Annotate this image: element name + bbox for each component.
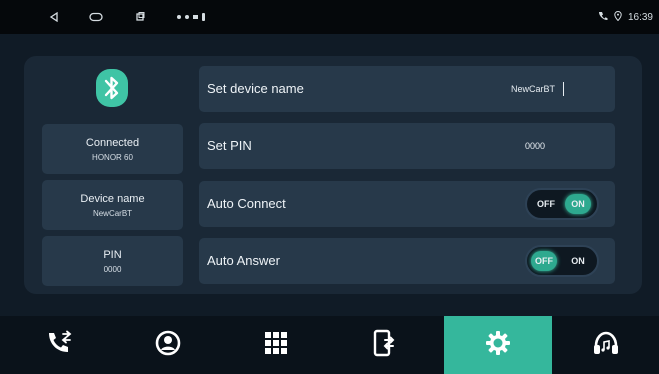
nav-settings[interactable] (444, 316, 552, 374)
auto-connect-on-option[interactable]: ON (565, 194, 591, 214)
set-pin-row[interactable]: Set PIN 0000 (199, 123, 615, 169)
back-icon[interactable] (44, 0, 64, 34)
set-pin-label: Set PIN (207, 138, 252, 153)
phone-transfer-icon (373, 329, 395, 362)
bluetooth-icon (95, 68, 129, 108)
pin-value: 0000 (103, 264, 122, 274)
settings-icon (485, 330, 511, 361)
set-device-name-label: Set device name (207, 81, 304, 96)
auto-answer-toggle[interactable]: OFF ON (525, 245, 599, 277)
set-device-name-value[interactable]: NewCarBT (511, 66, 555, 112)
auto-answer-row: Auto Answer OFF ON (199, 238, 615, 284)
pin-info: PIN 0000 (42, 236, 183, 286)
status-right: 16:39 (598, 0, 653, 34)
phone-icon (598, 11, 608, 24)
status-bar: 16:39 (0, 0, 659, 34)
auto-connect-label: Auto Connect (207, 196, 286, 211)
device-name-info: Device name NewCarBT (42, 180, 183, 230)
connected-label: Connected (85, 136, 140, 149)
device-name-value: NewCarBT (92, 208, 133, 218)
recents-icon[interactable] (130, 0, 150, 34)
contacts-icon (155, 330, 181, 361)
keypad-icon (264, 331, 288, 360)
nav-phone-transfer[interactable] (330, 316, 438, 374)
text-cursor (563, 82, 564, 96)
auto-connect-row: Auto Connect OFF ON (199, 181, 615, 227)
nav-dial[interactable] (6, 316, 114, 374)
auto-answer-on-option[interactable]: ON (565, 251, 591, 271)
notification-dots-icon (172, 0, 212, 34)
home-icon[interactable] (86, 0, 106, 34)
auto-connect-toggle[interactable]: OFF ON (525, 188, 599, 220)
connected-value: HONOR 60 (92, 152, 133, 162)
dial-icon (46, 330, 74, 361)
clock: 16:39 (627, 11, 653, 23)
auto-answer-off-option[interactable]: OFF (531, 251, 557, 271)
bottom-nav (0, 316, 659, 374)
nav-keypad[interactable] (222, 316, 330, 374)
nav-contacts[interactable] (114, 316, 222, 374)
music-icon (592, 330, 620, 361)
nav-music[interactable] (552, 316, 659, 374)
auto-connect-off-option[interactable]: OFF (533, 194, 559, 214)
pin-label: PIN (103, 248, 122, 261)
auto-answer-label: Auto Answer (207, 253, 280, 268)
set-pin-value[interactable]: 0000 (525, 123, 545, 169)
set-device-name-row[interactable]: Set device name NewCarBT (199, 66, 615, 112)
gps-icon (614, 10, 622, 24)
connected-info: Connected HONOR 60 (42, 124, 183, 174)
device-name-label: Device name (80, 192, 145, 205)
